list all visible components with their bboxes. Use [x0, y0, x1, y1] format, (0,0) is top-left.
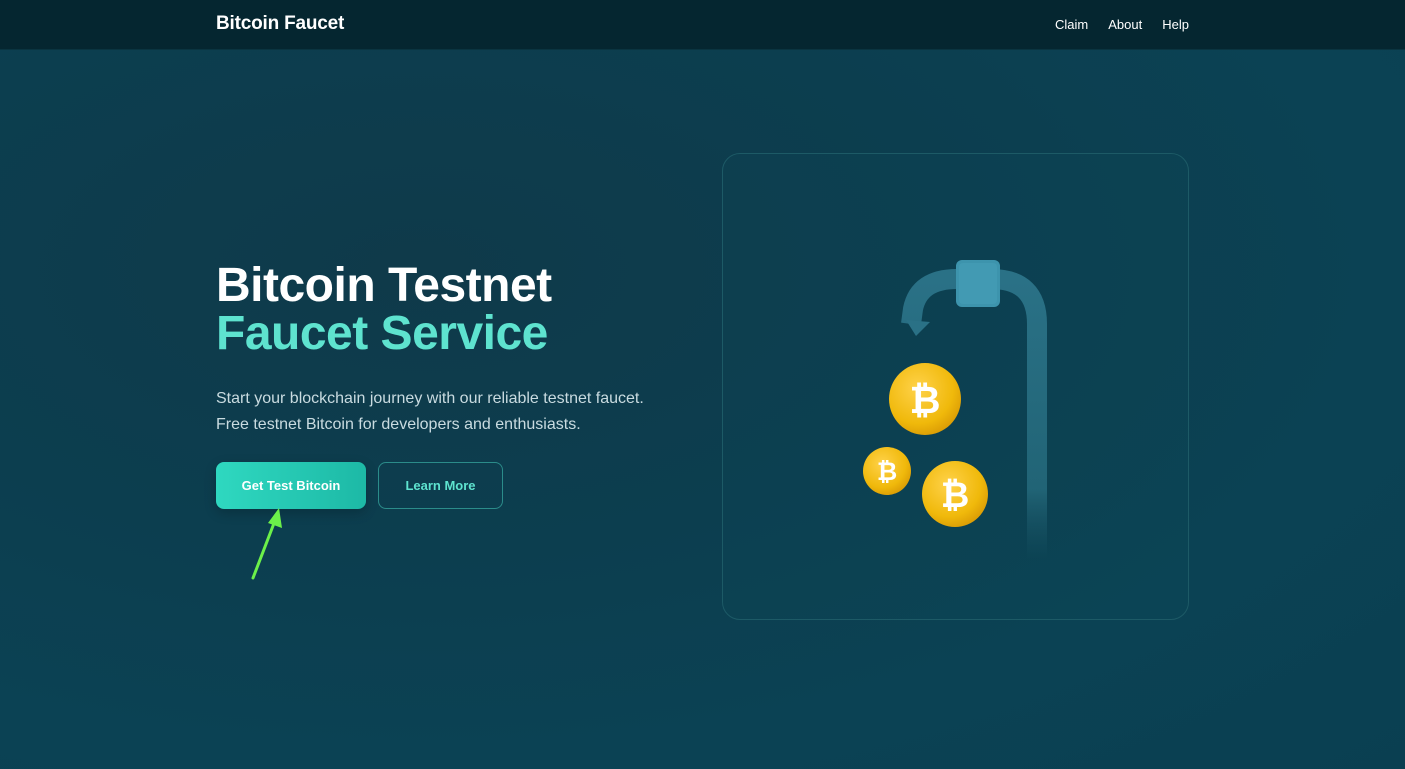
nav-link-about[interactable]: About [1108, 17, 1142, 32]
hero-description-line2: Free testnet Bitcoin for developers and … [216, 416, 581, 433]
bitcoin-coin-icon: ₿ [863, 447, 911, 495]
bitcoin-coin-icon: ₿ [889, 363, 961, 435]
brand-logo[interactable]: Bitcoin Faucet [216, 13, 344, 35]
svg-text:₿: ₿ [941, 476, 970, 516]
hero-title-line1: Bitcoin Testnet [216, 259, 552, 312]
faucet-illustration: ₿ ₿ ₿ [863, 260, 1047, 559]
bitcoin-coin-icon: ₿ [922, 461, 988, 527]
hero-title: Bitcoin Testnet Faucet Service [216, 262, 552, 358]
faucet-illustration-card: ₿ ₿ ₿ [722, 153, 1189, 620]
learn-more-button[interactable]: Learn More [378, 462, 503, 509]
nav-link-help[interactable]: Help [1162, 17, 1189, 32]
hero-title-line2: Faucet Service [216, 307, 548, 360]
hero-description: Start your blockchain journey with our r… [216, 386, 706, 438]
nav-links: Claim About Help [1055, 17, 1189, 32]
hero-description-line1: Start your blockchain journey with our r… [216, 390, 644, 407]
svg-text:₿: ₿ [877, 457, 897, 486]
annotation-arrow-icon [251, 508, 282, 580]
nav-link-claim[interactable]: Claim [1055, 17, 1088, 32]
get-test-bitcoin-button[interactable]: Get Test Bitcoin [216, 462, 366, 509]
svg-text:₿: ₿ [910, 378, 941, 422]
top-navbar: Bitcoin Faucet Claim About Help [0, 0, 1405, 50]
